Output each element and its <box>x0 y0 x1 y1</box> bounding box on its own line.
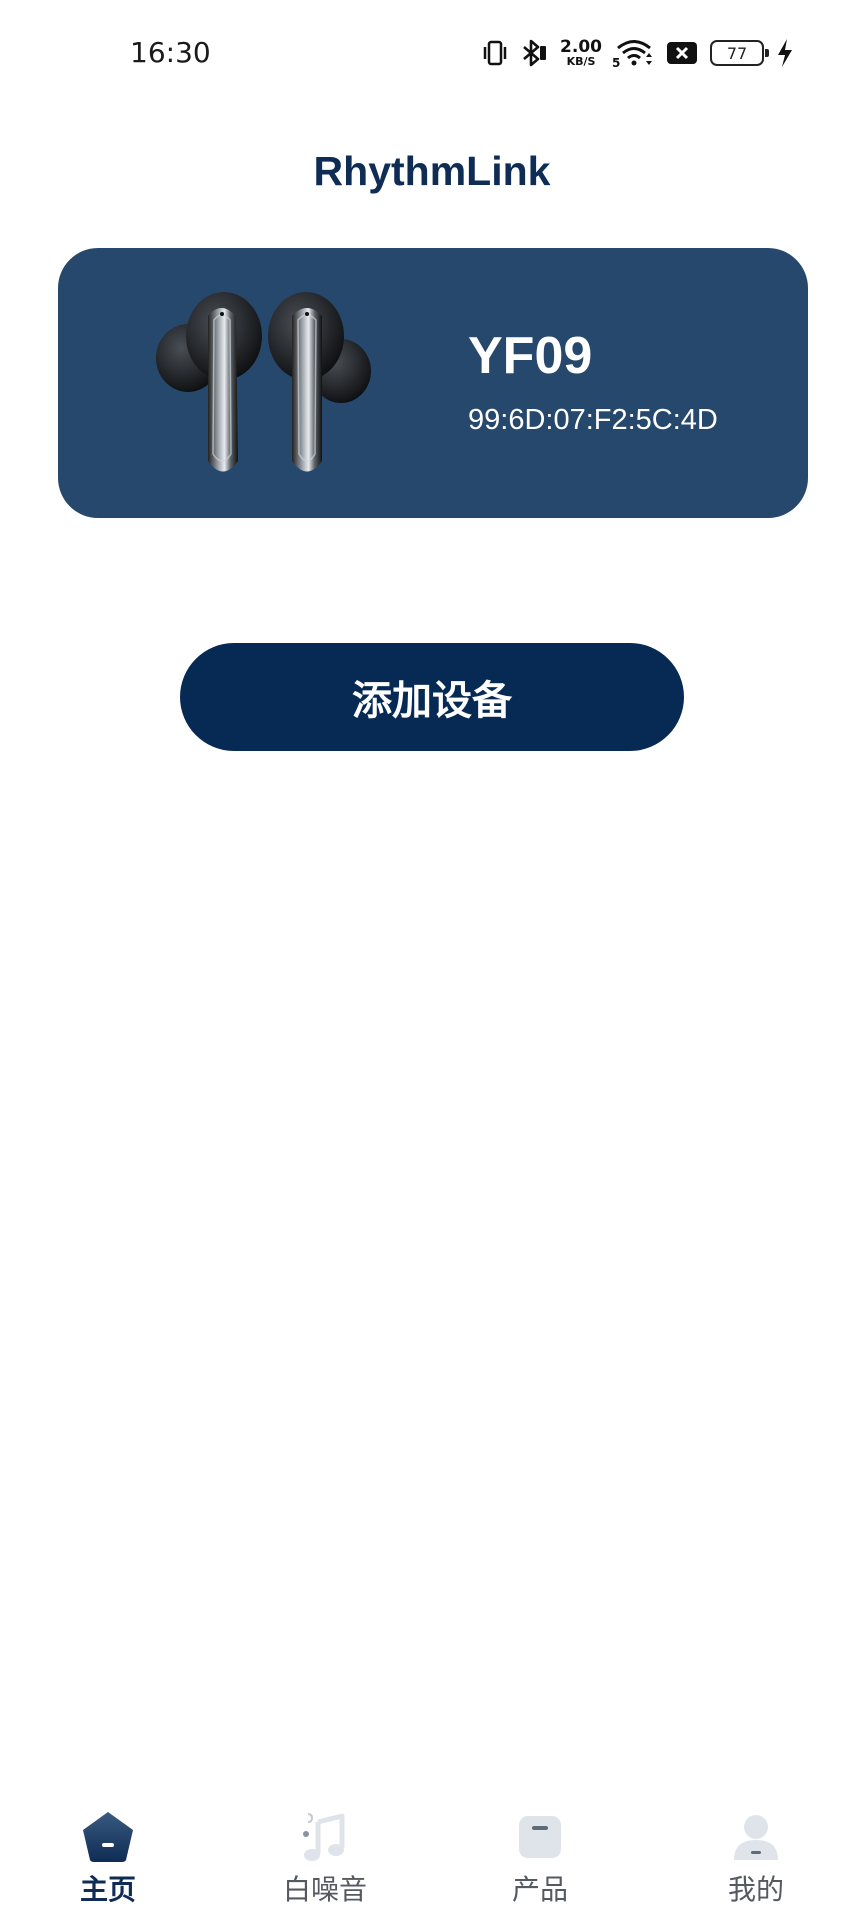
battery-icon: 77 <box>710 40 769 66</box>
bottom-nav: 主页 白噪音 产品 我的 <box>0 1790 864 1920</box>
add-device-button[interactable]: 添加设备 <box>180 643 684 751</box>
nav-label-products: 产品 <box>511 1873 568 1906</box>
sim-blocked-icon <box>666 40 698 66</box>
nav-item-white-noise[interactable]: 白噪音 <box>250 1790 400 1920</box>
wifi-icon: 5 <box>612 38 654 70</box>
network-speed-unit: KB/S <box>566 55 596 68</box>
app-title: RhythmLink <box>313 148 551 194</box>
nav-label-me: 我的 <box>727 1873 784 1906</box>
app-screen: 16:30 2.00 KB/S 5 77 RhythmLink YF09 99:… <box>0 0 864 1920</box>
vibrate-icon <box>482 39 508 67</box>
status-bar: 16:30 2.00 KB/S 5 77 <box>0 0 864 110</box>
device-name: YF09 <box>468 327 593 385</box>
battery-level: 77 <box>726 43 748 63</box>
device-card[interactable]: YF09 99:6D:07:F2:5C:4D <box>58 248 808 518</box>
nav-item-me[interactable]: 我的 <box>681 1790 831 1920</box>
nav-item-products[interactable]: 产品 <box>465 1790 615 1920</box>
bluetooth-icon <box>520 38 548 68</box>
home-icon <box>81 1810 135 1864</box>
status-time: 16:30 <box>130 36 211 69</box>
signal-label: 5 <box>612 56 621 70</box>
user-icon <box>729 1810 783 1864</box>
nav-label-white-noise: 白噪音 <box>282 1873 367 1906</box>
product-icon <box>513 1810 567 1864</box>
charging-icon <box>776 38 794 68</box>
network-speed-value: 2.00 <box>560 37 602 57</box>
music-note-icon <box>298 1810 352 1864</box>
earbuds-image <box>146 286 406 486</box>
status-icons: 2.00 KB/S 5 77 <box>482 36 794 70</box>
device-mac-address: 99:6D:07:F2:5C:4D <box>468 404 718 436</box>
network-speed: 2.00 KB/S <box>560 37 602 68</box>
nav-label-home: 主页 <box>79 1873 136 1906</box>
nav-item-home[interactable]: 主页 <box>33 1790 183 1920</box>
